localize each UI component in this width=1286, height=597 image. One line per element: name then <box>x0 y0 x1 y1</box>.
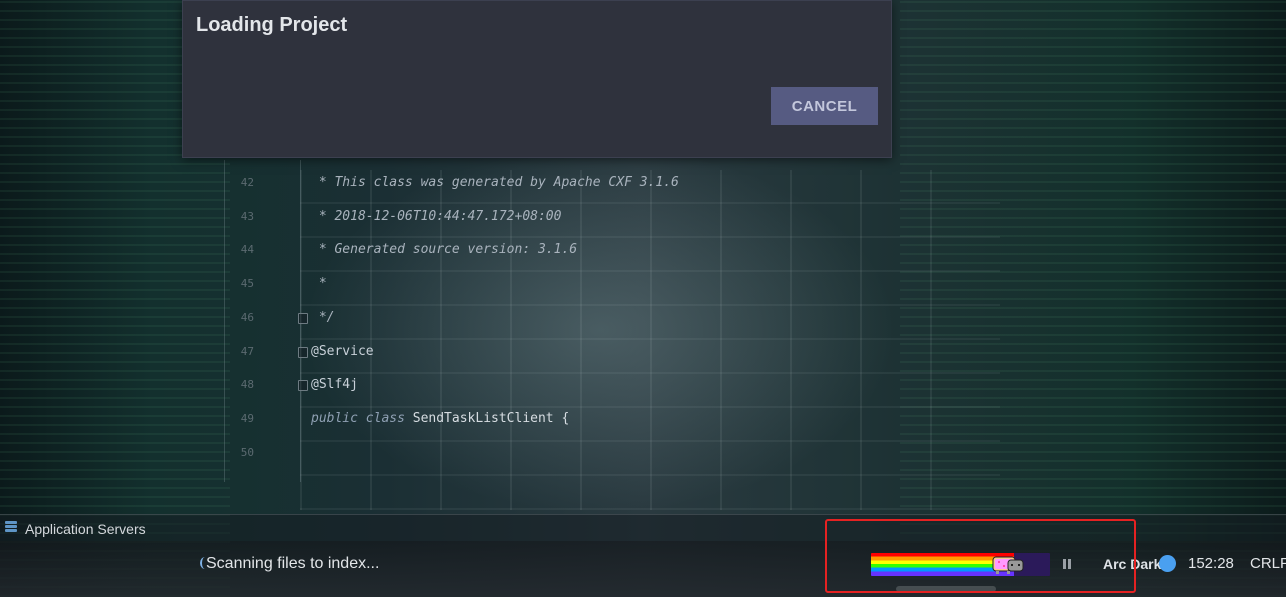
code-text: @Slf4j <box>311 377 358 392</box>
line-number: 47 <box>240 345 254 358</box>
code-line: 49 public class SendTaskListClient { <box>224 409 1224 429</box>
line-number: 42 <box>240 176 254 189</box>
theme-indicator-icon[interactable] <box>1159 555 1176 572</box>
code-text: * <box>311 276 327 291</box>
code-text: * Generated source version: 3.1.6 <box>311 242 578 257</box>
code-text: * 2018-12-06T10:44:47.172+08:00 <box>311 209 562 224</box>
highlight-annotation-box <box>825 519 1136 593</box>
code-line: 50 <box>224 443 1224 463</box>
cursor-position[interactable]: 152:28 <box>1188 555 1234 572</box>
code-line: 42 * This class was generated by Apache … <box>224 173 1224 193</box>
line-number: 48 <box>240 378 254 391</box>
cancel-button[interactable]: CANCEL <box>771 87 878 125</box>
code-identifier: SendTaskListClient { <box>412 411 570 426</box>
line-number: 50 <box>240 446 254 459</box>
application-servers-tab[interactable]: Application Servers <box>25 521 146 537</box>
code-line: 43 * 2018-12-06T10:44:47.172+08:00 <box>224 207 1224 227</box>
line-number: 49 <box>240 412 254 425</box>
line-number: 43 <box>240 210 254 223</box>
server-stack-icon <box>5 521 17 535</box>
line-number: 44 <box>240 243 254 256</box>
fold-marker-icon[interactable] <box>298 380 308 391</box>
code-line: 44 * Generated source version: 3.1.6 <box>224 240 1224 260</box>
line-separator[interactable]: CRLF <box>1250 555 1286 572</box>
background-task-text[interactable]: Scanning files to index... <box>206 555 379 573</box>
fold-marker-icon[interactable] <box>298 313 308 324</box>
fold-marker-icon[interactable] <box>298 347 308 358</box>
line-number: 46 <box>240 311 254 324</box>
code-line: 45 * <box>224 274 1224 294</box>
line-number: 45 <box>240 277 254 290</box>
code-line: 47 @Service <box>224 342 1224 362</box>
dialog-title: Loading Project <box>196 14 348 36</box>
code-text: * This class was generated by Apache CXF… <box>311 175 679 190</box>
code-line: 46 */ <box>224 308 1224 328</box>
code-line: 48 @Slf4j <box>224 375 1224 395</box>
loading-project-dialog: Loading Project CANCEL <box>182 0 892 158</box>
code-keyword: public class <box>311 411 413 426</box>
code-text: @Service <box>311 344 374 359</box>
code-text: */ <box>311 310 335 325</box>
code-text: public class SendTaskListClient { <box>311 409 569 429</box>
